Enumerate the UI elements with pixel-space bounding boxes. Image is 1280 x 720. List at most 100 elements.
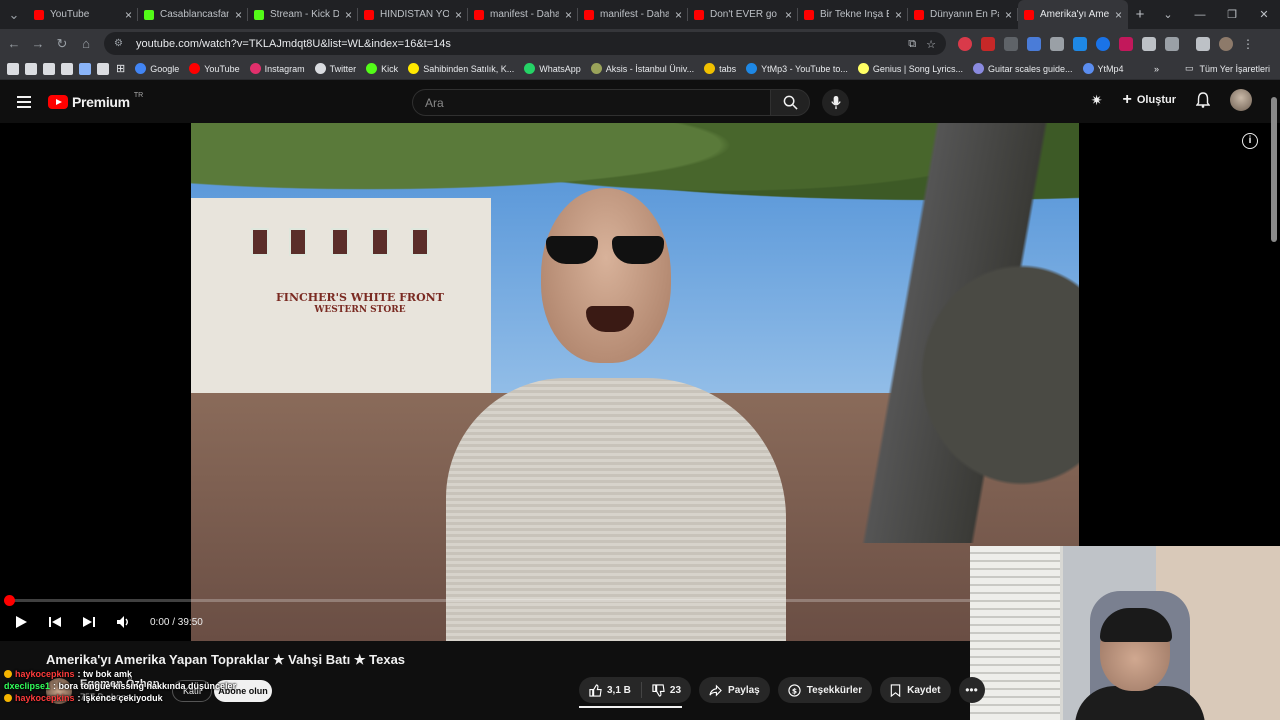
play-button[interactable] [4, 615, 38, 629]
youtube-premium-logo[interactable]: Premium TR [48, 92, 143, 110]
bookmark-item[interactable]: YtMp4 [1082, 63, 1124, 74]
close-window-button[interactable]: ✕ [1248, 8, 1280, 21]
header-actions: ✷ + Oluştur [1091, 89, 1252, 111]
save-button[interactable]: Kaydet [880, 677, 951, 703]
extension-icon[interactable] [981, 36, 995, 51]
bookmark-item[interactable]: Genius | Song Lyrics... [857, 63, 963, 74]
more-bookmarks-icon[interactable]: » [1154, 64, 1159, 74]
restore-button[interactable]: ❐ [1216, 8, 1248, 21]
back-button[interactable]: ← [2, 36, 26, 51]
extension-icon[interactable] [1096, 36, 1110, 51]
browser-tab[interactable]: YouTube × [28, 0, 138, 29]
bookmark-item[interactable]: Kick [366, 63, 398, 74]
bookmark-item[interactable]: Google [135, 63, 179, 74]
media-icon[interactable] [1196, 36, 1210, 51]
bookmark-label: YtMp4 [1097, 63, 1124, 74]
bookmark-star-icon[interactable]: ☆ [926, 38, 936, 51]
voice-search-button[interactable] [822, 89, 849, 116]
bookmark-item[interactable]: tabs [704, 63, 736, 74]
bookmark-folder-icon[interactable] [79, 62, 91, 75]
create-button[interactable]: + Oluştur [1123, 91, 1176, 109]
chat-badge-icon [4, 670, 12, 678]
install-app-icon[interactable]: ⧉ [908, 38, 916, 51]
bookmark-item[interactable]: YouTube [189, 63, 240, 74]
pencil-icon[interactable] [1142, 36, 1156, 51]
extension-icon[interactable] [1027, 36, 1041, 51]
home-button[interactable]: ⌂ [74, 36, 98, 51]
bookmark-folder-icon[interactable] [97, 62, 109, 75]
tab-close-icon[interactable]: × [1005, 8, 1012, 22]
page-scrollbar[interactable] [1271, 97, 1277, 242]
browser-tab[interactable]: manifest - Daha İ × [468, 0, 578, 29]
bookmark-folder-icon[interactable] [43, 62, 55, 75]
bookmark-item[interactable]: Instagram [249, 63, 305, 74]
video-frame[interactable]: FINCHER'S WHITE FRONT WESTERN STORE [191, 123, 1079, 641]
browser-tab[interactable]: Amerika'yı Amerik × [1018, 0, 1128, 29]
bookmark-item[interactable]: Sahibinden Satılık, K... [408, 63, 514, 74]
share-button[interactable]: Paylaş [699, 677, 770, 703]
tab-close-icon[interactable]: × [125, 8, 132, 22]
browser-tab[interactable]: Bir Tekne İnşa Edi × [798, 0, 908, 29]
extension-icon[interactable] [1004, 36, 1018, 51]
bookmark-folder-icon[interactable] [61, 62, 73, 75]
tab-close-icon[interactable]: × [455, 8, 462, 22]
browser-menu-icon[interactable]: ⋮ [1242, 37, 1254, 51]
search-input[interactable]: Ara [412, 89, 770, 116]
address-bar[interactable]: ⚙ youtube.com/watch?v=TKLAJmdqt8U&list=W… [104, 32, 946, 55]
tab-title: Bir Tekne İnşa Edi [820, 9, 889, 20]
apps-grid-icon[interactable]: ⊞ [116, 62, 125, 75]
notifications-bell-icon[interactable] [1196, 92, 1210, 108]
info-icon[interactable]: i [1242, 133, 1258, 149]
bookmark-item[interactable]: Aksis - İstanbul Üniv... [590, 63, 694, 74]
browser-tab[interactable]: Don't EVER go do × [688, 0, 798, 29]
minimize-button[interactable]: — [1184, 9, 1216, 21]
tab-close-icon[interactable]: × [675, 8, 682, 22]
bookmarks-bar: ⊞ Google YouTube Instagram Twitter Kick Sahib… [0, 58, 1280, 80]
chevron-down-icon[interactable]: ⌄ [1152, 8, 1184, 21]
bookmark-item[interactable]: Twitter [314, 63, 356, 74]
scrubber-handle[interactable] [4, 595, 15, 606]
like-button[interactable]: 3,1 B [579, 677, 641, 703]
browser-tab[interactable]: HİNDİSTAN YOLC × [358, 0, 468, 29]
search-button[interactable] [770, 89, 810, 116]
browser-tab[interactable]: Stream - Kick Da × [248, 0, 358, 29]
reload-button[interactable]: ↻ [50, 36, 74, 52]
extension-icon[interactable] [1119, 36, 1133, 51]
browser-tab[interactable]: Casablancasfan S × [138, 0, 248, 29]
extension-icon[interactable] [958, 36, 972, 51]
new-tab-button[interactable]: + [1128, 6, 1152, 23]
bookmark-item[interactable]: YtMp3 - YouTube to... [746, 63, 848, 74]
tab-close-icon[interactable]: × [345, 8, 352, 22]
bookmark-folder-icon[interactable] [7, 62, 19, 75]
tab-close-icon[interactable]: × [565, 8, 572, 22]
browser-tab[interactable]: Dünyanın En Pah × [908, 0, 1018, 29]
tab-close-icon[interactable]: × [895, 8, 902, 22]
chat-username: haykocepkins [15, 693, 75, 703]
account-avatar[interactable] [1230, 89, 1252, 111]
bookmark-item[interactable]: WhatsApp [524, 63, 581, 74]
puzzle-icon[interactable] [1165, 36, 1179, 51]
bookmark-folder-icon[interactable] [25, 62, 37, 75]
microphone-icon [830, 95, 841, 110]
mute-button[interactable] [106, 615, 140, 629]
thanks-button[interactable]: $ Teşekkürler [777, 677, 873, 703]
site-info-icon[interactable]: ⚙ [114, 38, 126, 50]
tab-close-icon[interactable]: × [785, 8, 792, 22]
bookmark-item[interactable]: Guitar scales guide... [972, 63, 1073, 74]
all-bookmarks-link[interactable]: Tüm Yer İşaretleri [1199, 64, 1270, 74]
tab-close-icon[interactable]: × [235, 8, 242, 22]
tab-close-icon[interactable]: × [1115, 8, 1122, 22]
menu-icon[interactable] [17, 96, 31, 108]
logo-text: Premium [72, 94, 130, 110]
previous-button[interactable] [38, 615, 72, 629]
more-actions-button[interactable]: ••• [958, 677, 985, 703]
browser-tab[interactable]: manifest - Daha İ × [578, 0, 688, 29]
tab-search-icon[interactable]: ⌄ [0, 7, 28, 23]
extension-icon[interactable] [1050, 36, 1064, 51]
extension-icon[interactable]: ✷ [1091, 92, 1103, 109]
profile-avatar[interactable] [1219, 36, 1233, 51]
extension-icon[interactable] [1073, 36, 1087, 51]
forward-button[interactable]: → [26, 36, 50, 51]
next-button[interactable] [72, 615, 106, 629]
dislike-button[interactable]: 23 [642, 677, 691, 703]
